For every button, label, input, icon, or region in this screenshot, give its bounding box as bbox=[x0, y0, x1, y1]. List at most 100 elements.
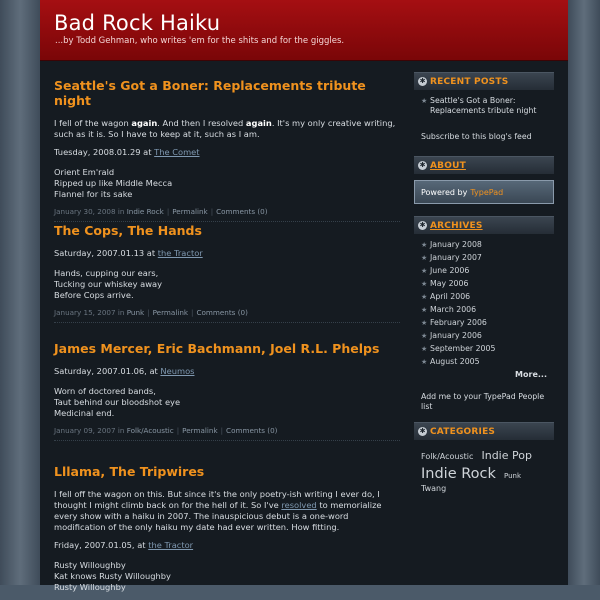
permalink-link[interactable]: Permalink bbox=[182, 426, 217, 435]
subscribe-link[interactable]: Subscribe to this blog's feed bbox=[421, 132, 554, 142]
date-text: Saturday, 2007.01.06, at bbox=[54, 366, 161, 376]
more-archives-link[interactable]: More... bbox=[414, 370, 554, 379]
right-edge bbox=[568, 0, 600, 585]
archive-item[interactable]: ★ May 2006 bbox=[421, 279, 554, 289]
category-tag[interactable]: Indie Rock bbox=[421, 466, 496, 482]
post: James Mercer, Eric Bachmann, Joel R.L. P… bbox=[54, 341, 400, 459]
archive-item[interactable]: ★ January 2006 bbox=[421, 331, 554, 341]
haiku-line: Orient Em'rald bbox=[54, 167, 115, 177]
archive-item[interactable]: ★ June 2006 bbox=[421, 266, 554, 276]
date-text: Friday, 2007.01.05, at bbox=[54, 540, 149, 550]
star-icon: ★ bbox=[421, 280, 428, 288]
star-icon: ★ bbox=[421, 306, 428, 314]
star-icon: ★ bbox=[421, 97, 428, 105]
section-title: RECENT POSTS bbox=[430, 76, 509, 87]
star-icon: ★ bbox=[421, 345, 428, 353]
haiku-line: Ripped up like Middle Mecca bbox=[54, 178, 173, 188]
comments-link[interactable]: Comments (0) bbox=[226, 426, 277, 435]
haiku-line: Medicinal end. bbox=[54, 408, 115, 418]
archive-link[interactable]: January 2007 bbox=[430, 253, 482, 263]
blog-title[interactable]: Bad Rock Haiku bbox=[54, 11, 220, 35]
permalink-link[interactable]: Permalink bbox=[172, 207, 207, 216]
post-meta-date: January 15, 2007 in bbox=[54, 308, 125, 317]
archives-header[interactable]: ✱ ARCHIVES bbox=[414, 216, 554, 234]
post-meta: January 15, 2007 in Punk | Permalink | Comme… bbox=[54, 308, 400, 323]
categories-header: ✱ CATEGORIES bbox=[414, 422, 554, 440]
archive-link[interactable]: March 2006 bbox=[430, 305, 476, 315]
haiku-line: Rusty Willoughby bbox=[54, 560, 126, 570]
post-body: I fell of the wagon again. And then I re… bbox=[54, 118, 400, 140]
archive-item[interactable]: ★ April 2006 bbox=[421, 292, 554, 302]
star-icon: ★ bbox=[421, 332, 428, 340]
post-title[interactable]: James Mercer, Eric Bachmann, Joel R.L. P… bbox=[54, 341, 400, 356]
post-body: I fell off the wagon on this. But since … bbox=[54, 489, 400, 533]
post-title[interactable]: The Cops, The Hands bbox=[54, 223, 400, 238]
archive-item[interactable]: ★ March 2006 bbox=[421, 305, 554, 315]
section-icon: ✱ bbox=[418, 427, 427, 436]
star-icon: ★ bbox=[421, 241, 428, 249]
category-link[interactable]: Punk bbox=[127, 308, 144, 317]
category-link[interactable]: Indie Rock bbox=[127, 207, 164, 216]
comments-link[interactable]: Comments (0) bbox=[196, 308, 247, 317]
category-tag[interactable]: Punk bbox=[504, 472, 521, 480]
section-title[interactable]: ABOUT bbox=[430, 161, 466, 171]
post-meta: January 09, 2007 in Folk/Acoustic | Permal… bbox=[54, 426, 400, 441]
archive-item[interactable]: ★ September 2005 bbox=[421, 344, 554, 354]
powered-by-badge[interactable]: Powered by TypePad bbox=[414, 180, 554, 204]
recent-post-item[interactable]: ★ Seattle's Got a Boner: Replacements tr… bbox=[421, 96, 554, 116]
star-icon: ★ bbox=[421, 319, 428, 327]
archive-item[interactable]: ★ February 2006 bbox=[421, 318, 554, 328]
section-icon: ✱ bbox=[418, 161, 427, 170]
typepad-link[interactable]: TypePad bbox=[470, 188, 503, 197]
star-icon: ★ bbox=[421, 358, 428, 366]
post-body-text: . And then I resolved bbox=[157, 118, 246, 128]
archive-link[interactable]: August 2005 bbox=[430, 357, 480, 367]
post-meta-date: January 30, 2008 in bbox=[54, 207, 125, 216]
post-meta: January 30, 2008 in Indie Rock | Permalink… bbox=[54, 207, 400, 222]
venue-link[interactable]: the Tractor bbox=[148, 540, 193, 550]
post-body-text: I fell of the wagon bbox=[54, 118, 132, 128]
post-title[interactable]: Lllama, The Tripwires bbox=[54, 464, 400, 479]
recent-post-link[interactable]: Seattle's Got a Boner: Replacements trib… bbox=[430, 96, 554, 116]
archive-list: ★ January 2008 ★ January 2007 ★ June 2006 ★… bbox=[414, 240, 554, 367]
archive-link[interactable]: April 2006 bbox=[430, 292, 470, 302]
haiku-line: Before Cops arrive. bbox=[54, 290, 134, 300]
category-tag[interactable]: Twang bbox=[421, 484, 446, 493]
archive-link[interactable]: May 2006 bbox=[430, 279, 468, 289]
category-tag[interactable]: Folk/Acoustic bbox=[421, 452, 473, 461]
post-title[interactable]: Seattle's Got a Boner: Replacements trib… bbox=[54, 78, 400, 108]
left-edge bbox=[0, 0, 40, 585]
archive-item[interactable]: ★ January 2008 bbox=[421, 240, 554, 250]
venue-link[interactable]: The Comet bbox=[154, 147, 199, 157]
post-meta-date: January 09, 2007 in bbox=[54, 426, 125, 435]
category-tag[interactable]: Indie Pop bbox=[481, 449, 531, 462]
add-to-people-list-link[interactable]: Add me to your TypePad People list bbox=[421, 392, 554, 412]
post-date-line: Saturday, 2007.01.13 at the Tractor bbox=[54, 248, 400, 259]
venue-link[interactable]: the Tractor bbox=[158, 248, 203, 258]
permalink-link[interactable]: Permalink bbox=[153, 308, 188, 317]
archive-link[interactable]: September 2005 bbox=[430, 344, 495, 354]
category-link[interactable]: Folk/Acoustic bbox=[127, 426, 174, 435]
section-icon: ✱ bbox=[418, 221, 427, 230]
resolved-link[interactable]: resolved bbox=[281, 500, 316, 510]
venue-link[interactable]: Neumos bbox=[160, 366, 194, 376]
star-icon: ★ bbox=[421, 267, 428, 275]
about-header[interactable]: ✱ ABOUT bbox=[414, 156, 554, 174]
archive-link[interactable]: January 2006 bbox=[430, 331, 482, 341]
section-title[interactable]: ARCHIVES bbox=[430, 221, 483, 231]
comments-link[interactable]: Comments (0) bbox=[216, 207, 267, 216]
archive-link[interactable]: January 2008 bbox=[430, 240, 482, 250]
haiku: Rusty Willoughby Kat knows Rusty Willoug… bbox=[54, 560, 400, 593]
archive-item[interactable]: ★ August 2005 bbox=[421, 357, 554, 367]
main-column: Seattle's Got a Boner: Replacements trib… bbox=[54, 78, 400, 600]
archive-link[interactable]: February 2006 bbox=[430, 318, 487, 328]
post: Lllama, The Tripwires I fell off the wag… bbox=[54, 464, 400, 593]
date-text: Tuesday, 2008.01.29 at bbox=[54, 147, 155, 157]
post-date-line: Tuesday, 2008.01.29 at The Comet bbox=[54, 147, 400, 158]
archive-link[interactable]: June 2006 bbox=[430, 266, 469, 276]
archive-item[interactable]: ★ January 2007 bbox=[421, 253, 554, 263]
haiku-line: Kat knows Rusty Willoughby bbox=[54, 571, 171, 581]
recent-posts-header: ✱ RECENT POSTS bbox=[414, 72, 554, 90]
haiku-line: Taut behind our bloodshot eye bbox=[54, 397, 181, 407]
post-body-bold: again bbox=[245, 118, 272, 128]
